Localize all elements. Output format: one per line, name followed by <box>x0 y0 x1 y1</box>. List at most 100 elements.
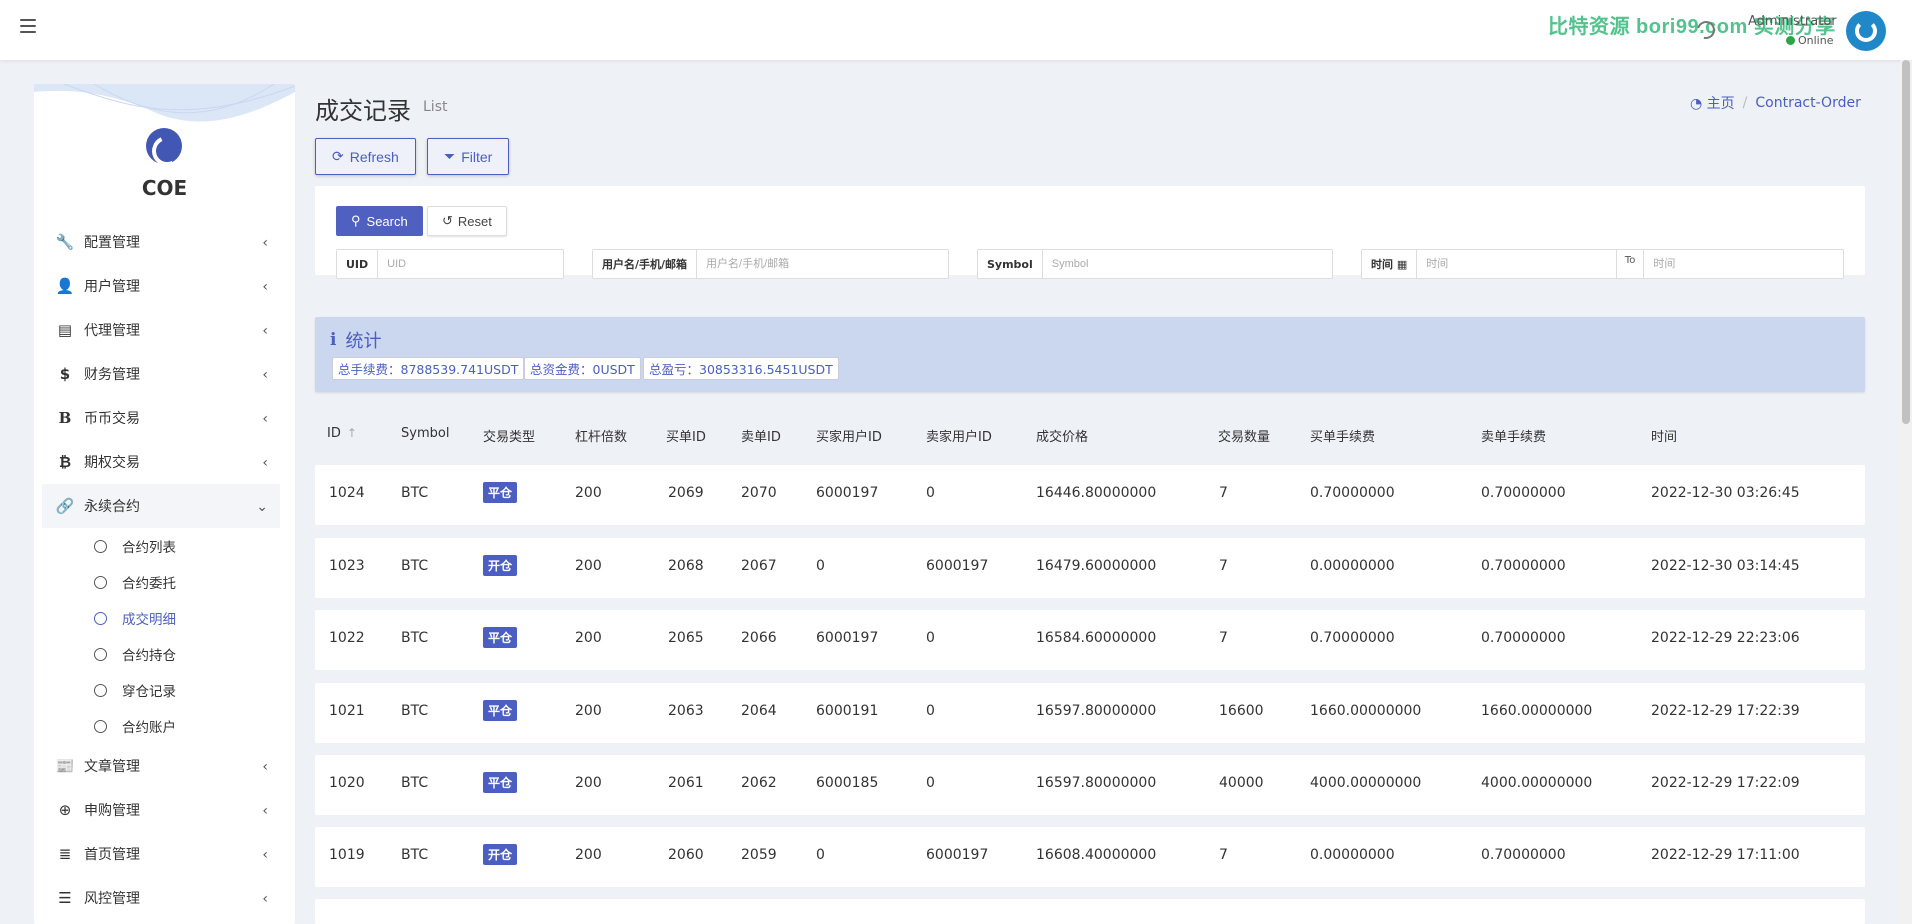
user-input[interactable] <box>697 250 948 278</box>
cell-symbol: BTC <box>401 558 429 574</box>
circle-icon <box>94 611 107 625</box>
cell-time: 2022-12-29 17:11:00 <box>1651 847 1800 863</box>
menu-toggle-icon[interactable] <box>20 19 36 33</box>
cell-sell-fee: 0.70000000 <box>1481 558 1566 574</box>
filter-button[interactable]: ⏷ Filter <box>427 138 510 175</box>
cell-buy-order-id: 2068 <box>668 558 704 574</box>
circle-icon <box>94 539 107 553</box>
breadcrumb-home[interactable]: ◔ 主页 <box>1690 93 1735 113</box>
column-header: 杠杆倍数 <box>575 430 628 445</box>
breadcrumb-separator: / <box>1742 95 1748 111</box>
sidebar-subitem-accounts[interactable]: 合约账户 <box>42 708 280 744</box>
filter-label: Filter <box>461 148 493 165</box>
trade-type-badge: 平仓 <box>483 700 518 721</box>
lifebuoy-icon: ⊕ <box>58 801 72 819</box>
sidebar-subitem-positions[interactable]: 合约持仓 <box>42 636 280 672</box>
column-header-id[interactable]: ID ↑ <box>327 426 357 441</box>
stats-panel: i 统计 总手续费：8788539.741USDT 总资金费：0USDT 总盈亏：… <box>315 317 1865 392</box>
column-header: 卖家用户ID <box>926 430 992 445</box>
cell-buy-order-id: 2065 <box>668 630 704 646</box>
time-from-input[interactable] <box>1417 250 1616 278</box>
sidebar-subitem-contract-orders[interactable]: 合约委托 <box>42 564 280 600</box>
cell-id: 1020 <box>329 775 365 791</box>
logo-icon[interactable] <box>146 128 182 164</box>
column-header: 成交价格 <box>1036 430 1089 445</box>
sidebar-item-risk[interactable]: ☰ 风控管理 ‹ <box>42 876 280 920</box>
sidebar-item-label: 风控管理 <box>84 891 140 907</box>
cell-leverage: 200 <box>575 630 602 646</box>
cell-seller-id: 0 <box>926 485 935 501</box>
cell-quantity: 40000 <box>1219 775 1264 791</box>
cell-symbol: BTC <box>401 630 429 646</box>
table-row[interactable]: 1024 BTC 平仓 200 2069 2070 6000197 0 1644… <box>315 465 1865 525</box>
search-icon: ⚲ <box>351 213 361 228</box>
sidebar-subitem-trade-details[interactable]: 成交明细 <box>42 600 280 636</box>
sort-arrow-icon[interactable]: ↑ <box>347 426 357 440</box>
breadcrumb-current: Contract-Order <box>1755 95 1861 111</box>
refresh-label: Refresh <box>349 148 399 165</box>
table-row[interactable]: 1020 BTC 平仓 200 2061 2062 6000185 0 1659… <box>315 755 1865 815</box>
table-row-partial[interactable] <box>315 899 1865 924</box>
circle-icon <box>94 647 107 661</box>
cell-buy-fee: 1660.00000000 <box>1310 703 1422 719</box>
refresh-button[interactable]: ⟳ Refresh <box>315 138 416 175</box>
cell-trade-type <box>483 918 515 924</box>
avatar[interactable] <box>1846 11 1886 51</box>
sidebar-subitem-contract-list[interactable]: 合约列表 <box>42 528 280 564</box>
uid-input[interactable] <box>378 250 563 278</box>
sidebar-subitem-label: 合约账户 <box>122 720 176 736</box>
refresh-icon: ⟳ <box>332 148 344 164</box>
sidebar-item-options[interactable]: ₿ 期权交易 ‹ <box>42 440 280 484</box>
column-header: 时间 <box>1651 430 1678 445</box>
symbol-input[interactable] <box>1042 250 1332 278</box>
sidebar-item-config[interactable]: 🔧 配置管理 ‹ <box>42 220 280 264</box>
sidebar-item-homepage[interactable]: ≣ 首页管理 ‹ <box>42 832 280 876</box>
list-icon: ≣ <box>58 845 72 863</box>
sidebar-item-finance[interactable]: $ 财务管理 ‹ <box>42 352 280 396</box>
sidebar-item-articles[interactable]: 📰 文章管理 ‹ <box>42 744 280 788</box>
user-filter-label: 用户名/手机/邮箱 <box>593 250 698 278</box>
search-button[interactable]: ⚲ Search <box>336 206 423 236</box>
chevron-left-icon: ‹ <box>262 323 268 339</box>
sidebar-item-spot[interactable]: B 币币交易 ‹ <box>42 396 280 440</box>
cell-symbol: BTC <box>401 703 429 719</box>
cell-sell-order-id: 2067 <box>741 558 777 574</box>
id-card-icon: ▤ <box>57 321 73 339</box>
cell-sell-fee: 0.70000000 <box>1481 630 1566 646</box>
reset-button[interactable]: ↺ Reset <box>427 206 507 236</box>
user-name[interactable]: Administrator <box>1748 14 1837 29</box>
sidebar-item-perpetual[interactable]: 🔗 永续合约 ⌄ <box>42 484 280 528</box>
cell-buy-order-id: 2069 <box>668 485 704 501</box>
column-header: 买家用户ID <box>816 430 882 445</box>
indent-icon: ☰ <box>58 889 72 907</box>
table-row[interactable]: 1022 BTC 平仓 200 2065 2066 6000197 0 1658… <box>315 610 1865 670</box>
breadcrumb: ◔ 主页 / Contract-Order <box>1690 93 1861 113</box>
logo-text: COE <box>141 176 188 200</box>
top-navbar: 比特资源 bori99.com 实测分享 Administrator Onlin… <box>0 0 1912 60</box>
sidebar-item-agents[interactable]: ▤ 代理管理 ‹ <box>42 308 280 352</box>
cell-buy-fee: 0.00000000 <box>1310 558 1395 574</box>
time-filter: 时间 ▦ To <box>1361 249 1844 279</box>
cell-trade-type: 平仓 <box>483 627 518 648</box>
cell-buy-fee: 4000.00000000 <box>1310 775 1422 791</box>
sidebar-item-label: 永续合约 <box>84 499 140 515</box>
cell-sell-fee: 0.70000000 <box>1481 485 1566 501</box>
scrollbar-thumb[interactable] <box>1902 60 1910 424</box>
filter-icon: ⏷ <box>444 148 456 164</box>
table-row[interactable]: 1023 BTC 开仓 200 2068 2067 0 6000197 1647… <box>315 538 1865 598</box>
trade-type-badge: 平仓 <box>483 482 518 503</box>
sidebar-subitem-label: 穿仓记录 <box>122 684 176 700</box>
table-row[interactable]: 1019 BTC 开仓 200 2060 2059 0 6000197 1660… <box>315 827 1865 887</box>
uid-filter-label: UID <box>337 250 379 278</box>
stat-total-funding: 总资金费：0USDT <box>524 357 641 380</box>
time-filter-label: 时间 ▦ <box>1362 250 1418 278</box>
table-row[interactable]: 1021 BTC 平仓 200 2063 2064 6000191 0 1659… <box>315 683 1865 743</box>
page-scrollbar[interactable] <box>1900 60 1912 924</box>
sidebar-item-users[interactable]: 👤 用户管理 ‹ <box>42 264 280 308</box>
sidebar-item-subscription[interactable]: ⊕ 申购管理 ‹ <box>42 788 280 832</box>
cell-symbol: BTC <box>401 775 429 791</box>
cell-quantity: 7 <box>1219 558 1228 574</box>
sidebar-subitem-liquidations[interactable]: 穿仓记录 <box>42 672 280 708</box>
time-to-input[interactable] <box>1644 250 1843 278</box>
undo-icon: ↺ <box>442 213 453 228</box>
